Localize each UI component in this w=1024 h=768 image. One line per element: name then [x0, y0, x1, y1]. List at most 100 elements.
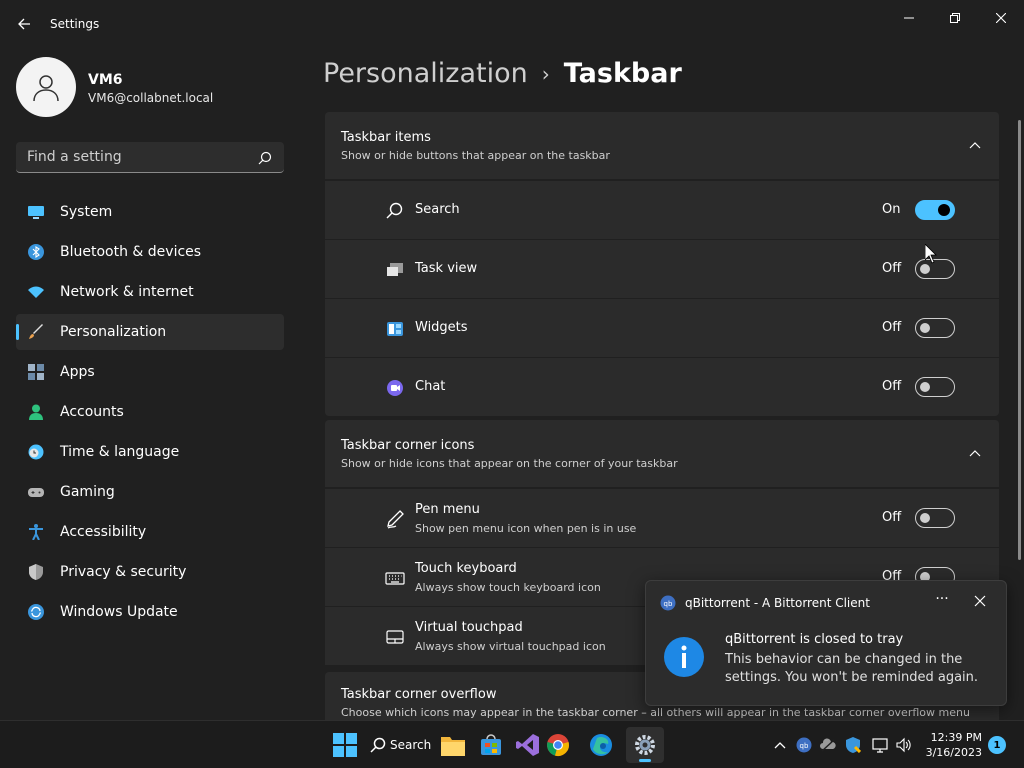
minimize-button[interactable] — [886, 4, 932, 32]
restore-icon — [950, 13, 960, 23]
gear-icon — [635, 735, 655, 755]
network-icon[interactable] — [872, 737, 888, 753]
taskbar-file-explorer[interactable] — [434, 727, 472, 763]
volume-icon[interactable] — [896, 737, 912, 753]
search-icon — [370, 737, 386, 753]
section-title: Taskbar corner icons — [341, 438, 475, 453]
close-icon — [996, 13, 1006, 23]
sidebar-item-label: Bluetooth & devices — [60, 244, 202, 260]
sidebar-item-bluetooth[interactable]: Bluetooth & devices — [16, 234, 284, 270]
gamepad-icon — [28, 488, 44, 497]
svg-text:qb: qb — [664, 600, 673, 608]
section-subtitle: Show or hide icons that appear on the co… — [341, 457, 678, 470]
setting-row-search: Search On — [325, 181, 999, 239]
breadcrumb-separator: › — [541, 61, 550, 86]
start-button[interactable] — [326, 727, 364, 763]
chrome-icon — [547, 734, 569, 756]
sidebar-item-windows-update[interactable]: Windows Update — [16, 594, 284, 630]
sidebar-item-label: Gaming — [60, 484, 115, 500]
chevron-up-icon[interactable] — [772, 737, 788, 753]
edge-icon — [590, 734, 612, 756]
breadcrumb: Personalization › Taskbar — [323, 58, 682, 89]
taskbar-search-button[interactable]: Search — [370, 727, 436, 763]
setting-description: Always show touch keyboard icon — [415, 581, 601, 594]
taskbar-clock[interactable]: 12:39 PM 3/16/2023 — [924, 730, 982, 760]
sidebar-item-time-language[interactable]: Time & language — [16, 434, 284, 470]
sidebar-item-accessibility[interactable]: Accessibility — [16, 514, 284, 550]
security-shield-icon[interactable] — [845, 737, 861, 753]
mouse-cursor-icon — [925, 244, 937, 264]
chevron-up-icon[interactable] — [969, 140, 981, 152]
settings-search[interactable] — [16, 142, 284, 173]
qbittorrent-tray-icon[interactable]: qb — [796, 737, 812, 753]
toggle-state: Off — [882, 379, 902, 394]
search-toggle[interactable] — [915, 200, 955, 220]
sidebar-item-label: System — [60, 204, 113, 220]
sidebar-item-accounts[interactable]: Accounts — [16, 394, 284, 430]
toggle-state: Off — [882, 261, 902, 276]
setting-row-pen-menu: Pen menu Show pen menu icon when pen is … — [325, 489, 999, 547]
notification-badge[interactable]: 1 — [988, 736, 1006, 754]
toast-notification[interactable]: qb qBittorrent - A Bittorrent Client ···… — [645, 580, 1007, 706]
section-subtitle: Choose which icons may appear in the tas… — [341, 706, 970, 719]
sidebar-nav: System Bluetooth & devices Network & int… — [16, 194, 284, 634]
section-taskbar-items-header[interactable]: Taskbar items Show or hide buttons that … — [325, 112, 999, 179]
setting-label: Touch keyboard — [415, 561, 517, 576]
clock-time: 12:39 PM — [930, 731, 982, 744]
back-button[interactable] — [12, 12, 36, 36]
bluetooth-icon — [28, 244, 44, 260]
chevron-up-icon[interactable] — [969, 448, 981, 460]
section-title: Taskbar items — [341, 130, 431, 145]
sidebar-item-personalization[interactable]: Personalization — [16, 314, 284, 350]
section-subtitle: Show or hide buttons that appear on the … — [341, 149, 610, 162]
taskbar-settings[interactable] — [626, 727, 664, 763]
sidebar-item-apps[interactable]: Apps — [16, 354, 284, 390]
touchpad-icon — [386, 630, 404, 644]
avatar — [16, 57, 76, 117]
chat-toggle[interactable] — [915, 377, 955, 397]
sidebar-item-system[interactable]: System — [16, 194, 284, 230]
sidebar-item-gaming[interactable]: Gaming — [16, 474, 284, 510]
sidebar-item-label: Accounts — [60, 404, 124, 420]
accessibility-icon — [29, 524, 43, 540]
sidebar-item-network[interactable]: Network & internet — [16, 274, 284, 310]
sidebar-item-privacy[interactable]: Privacy & security — [16, 554, 284, 590]
taskbar: Search qb 12:39 PM 3/16/2023 1 — [0, 720, 1024, 768]
taskbar-chrome[interactable] — [539, 727, 577, 763]
toast-more-button[interactable]: ··· — [932, 591, 952, 611]
chat-icon — [387, 380, 403, 396]
toggle-state: Off — [882, 320, 902, 335]
section-title: Taskbar corner overflow — [341, 687, 497, 702]
folder-icon — [441, 737, 465, 756]
restore-button[interactable] — [932, 4, 978, 32]
taskbar-edge[interactable] — [582, 727, 620, 763]
task-view-icon — [387, 263, 403, 276]
content-scrollbar[interactable] — [1018, 120, 1021, 560]
toggle-state: On — [882, 202, 901, 217]
widgets-icon — [387, 322, 403, 336]
app-title: Settings — [50, 17, 100, 31]
sidebar-item-label: Accessibility — [60, 524, 147, 540]
setting-label: Search — [415, 202, 460, 217]
setting-label: Virtual touchpad — [415, 620, 523, 635]
close-button[interactable] — [978, 4, 1024, 32]
widgets-toggle[interactable] — [915, 318, 955, 338]
search-input[interactable] — [16, 142, 252, 172]
sidebar-item-label: Personalization — [60, 324, 167, 340]
onedrive-icon[interactable] — [820, 737, 836, 753]
taskbar-search-label: Search — [390, 738, 432, 752]
setting-description: Always show virtual touchpad icon — [415, 640, 606, 653]
search-icon[interactable] — [258, 150, 274, 166]
breadcrumb-parent[interactable]: Personalization — [323, 58, 528, 89]
svg-text:qb: qb — [800, 742, 809, 750]
pen-icon — [387, 510, 404, 529]
section-corner-icons-header[interactable]: Taskbar corner icons Show or hide icons … — [325, 420, 999, 487]
clock-date: 3/16/2023 — [925, 746, 982, 759]
clock-globe-icon — [28, 444, 44, 460]
keyboard-icon — [385, 572, 405, 585]
pen-menu-toggle[interactable] — [915, 508, 955, 528]
taskbar-microsoft-store[interactable] — [472, 727, 510, 763]
sidebar-item-label: Time & language — [60, 444, 180, 460]
toast-close-icon[interactable] — [972, 593, 988, 609]
qbittorrent-icon: qb — [660, 595, 676, 611]
